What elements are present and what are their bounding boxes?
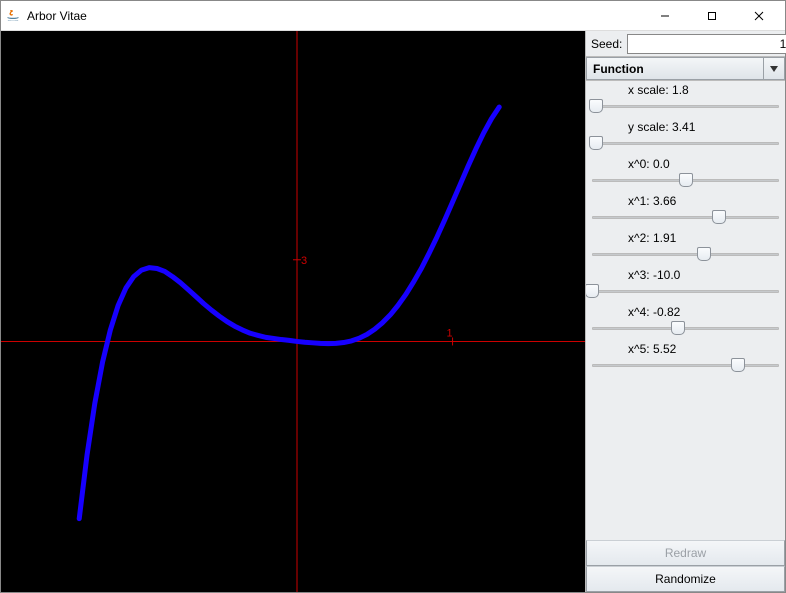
java-app-icon [5, 8, 21, 24]
slider-label: x^2: 1.91 [592, 231, 779, 245]
slider-label: y scale: 3.41 [592, 120, 779, 134]
slider-row: x scale: 1.8 [592, 83, 779, 114]
slider-thumb[interactable] [731, 358, 745, 372]
slider-rail [592, 290, 779, 293]
slider[interactable] [592, 98, 779, 114]
randomize-button[interactable]: Randomize [586, 566, 785, 592]
combo-selected-label: Function [586, 57, 763, 80]
slider-row: x^0: 0.0 [592, 157, 779, 188]
slider-label: x scale: 1.8 [592, 83, 779, 97]
sliders-panel: x scale: 1.8 y scale: 3.41 x^0: 0.0 x^1: 3.… [586, 81, 785, 540]
slider-row: x^1: 3.66 [592, 194, 779, 225]
slider-row: x^4: -0.82 [592, 305, 779, 336]
slider[interactable] [592, 209, 779, 225]
slider-label: x^1: 3.66 [592, 194, 779, 208]
plot-canvas: 13 [1, 31, 585, 592]
titlebar: Arbor Vitae [1, 1, 785, 31]
slider-thumb[interactable] [712, 210, 726, 224]
slider-label: x^0: 0.0 [592, 157, 779, 171]
slider-thumb[interactable] [671, 321, 685, 335]
slider-rail [592, 105, 779, 108]
svg-text:1: 1 [447, 327, 453, 339]
slider-label: x^3: -10.0 [592, 268, 779, 282]
function-combo[interactable]: Function [586, 57, 785, 81]
slider-thumb[interactable] [697, 247, 711, 261]
seed-row: Seed: ▲ ▼ New [586, 31, 785, 57]
slider-row: x^2: 1.91 [592, 231, 779, 262]
plot-svg: 13 [1, 31, 585, 592]
svg-text:3: 3 [301, 255, 307, 267]
seed-label: Seed: [588, 37, 625, 51]
slider-rail [592, 327, 779, 330]
bottom-buttons: Redraw Randomize [586, 540, 785, 592]
slider[interactable] [592, 135, 779, 151]
slider-row: y scale: 3.41 [592, 120, 779, 151]
slider[interactable] [592, 172, 779, 188]
slider-row: x^5: 5.52 [592, 342, 779, 373]
slider-rail [592, 216, 779, 219]
slider-thumb[interactable] [589, 136, 603, 150]
window-controls [642, 2, 781, 30]
slider-thumb[interactable] [679, 173, 693, 187]
content-area: 13 Seed: ▲ ▼ New Function x scale: 1.8y … [1, 31, 785, 592]
seed-input[interactable] [627, 34, 786, 54]
side-panel: Seed: ▲ ▼ New Function x scale: 1.8 y sca… [585, 31, 785, 592]
slider-rail [592, 364, 779, 367]
slider-rail [592, 253, 779, 256]
slider[interactable] [592, 357, 779, 373]
chevron-down-icon [763, 57, 785, 80]
slider[interactable] [592, 246, 779, 262]
window-title: Arbor Vitae [27, 9, 642, 23]
slider[interactable] [592, 283, 779, 299]
slider-thumb[interactable] [586, 284, 599, 298]
slider-rail [592, 142, 779, 145]
slider-row: x^3: -10.0 [592, 268, 779, 299]
close-button[interactable] [736, 2, 781, 30]
slider-label: x^5: 5.52 [592, 342, 779, 356]
minimize-button[interactable] [642, 2, 687, 30]
slider[interactable] [592, 320, 779, 336]
maximize-button[interactable] [689, 2, 734, 30]
redraw-button[interactable]: Redraw [586, 540, 785, 566]
app-window: Arbor Vitae 13 Seed: ▲ ▼ New Function [0, 0, 786, 593]
slider-thumb[interactable] [589, 99, 603, 113]
slider-label: x^4: -0.82 [592, 305, 779, 319]
